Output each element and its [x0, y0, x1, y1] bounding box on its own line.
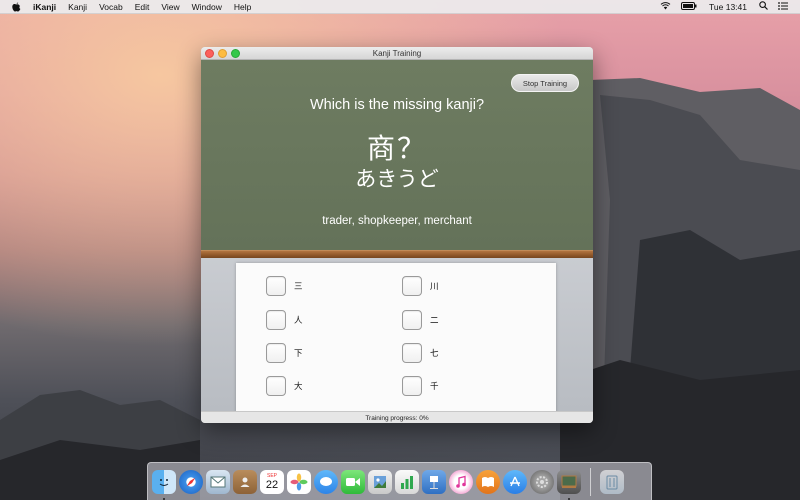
window-title: Kanji Training	[372, 48, 422, 58]
kanji-training-window: Kanji Training Stop Training Which is th…	[201, 47, 593, 423]
choice-left-1[interactable]: 三	[266, 276, 303, 296]
choice-checkbox[interactable]	[266, 343, 286, 363]
question-text: Which is the missing kanji?	[309, 97, 485, 113]
menu-app-ikanji[interactable]: iKanji	[33, 2, 56, 12]
trash-icon[interactable]	[600, 469, 624, 494]
kana-reading: あきうど	[355, 168, 439, 191]
choice-label: 下	[294, 348, 303, 358]
mail-icon[interactable]	[206, 469, 230, 494]
safari-icon[interactable]	[179, 469, 203, 494]
choice-label: 七	[430, 348, 439, 358]
menu-vocab[interactable]: Vocab	[99, 2, 123, 12]
photos-icon[interactable]	[287, 469, 311, 494]
choice-right-3[interactable]: 七	[402, 343, 439, 363]
preview-icon[interactable]	[368, 469, 392, 494]
menu-clock[interactable]: Tue 13:41	[709, 2, 747, 12]
ibooks-icon[interactable]	[476, 469, 500, 494]
choice-checkbox[interactable]	[266, 276, 286, 296]
numbers-icon[interactable]	[395, 469, 419, 494]
finder-icon[interactable]	[152, 469, 176, 500]
choice-left-3[interactable]: 下	[266, 343, 303, 363]
chalkboard: Stop Training Which is the missing kanji…	[201, 60, 593, 250]
kanji-prompt: 商？	[366, 133, 427, 164]
choices-card: 三 人 下 大 川 二 七 千	[236, 263, 556, 413]
contacts-icon[interactable]	[233, 469, 257, 494]
choice-checkbox[interactable]	[402, 276, 422, 296]
choice-left-4[interactable]: 大	[266, 376, 303, 396]
choice-right-4[interactable]: 千	[402, 376, 439, 396]
choice-label: 三	[294, 281, 303, 291]
menu-bar: iKanji Kanji Vocab Edit View Window Help…	[0, 0, 800, 14]
menu-help[interactable]: Help	[234, 2, 251, 12]
apple-icon[interactable]	[9, 2, 23, 12]
app-store-icon[interactable]	[503, 469, 527, 494]
choice-label: 千	[430, 381, 439, 391]
training-progress-status: Training progress: 0%	[201, 411, 593, 423]
keynote-icon[interactable]	[422, 469, 446, 494]
choice-label: 人	[294, 315, 303, 325]
choice-checkbox[interactable]	[402, 343, 422, 363]
menu-kanji[interactable]: Kanji	[68, 2, 87, 12]
stop-training-button[interactable]: Stop Training	[511, 74, 579, 92]
choice-checkbox[interactable]	[266, 376, 286, 396]
choice-checkbox[interactable]	[266, 310, 286, 330]
zoom-window-button[interactable]	[231, 49, 240, 58]
spotlight-search-icon[interactable]	[759, 1, 768, 12]
close-window-button[interactable]	[205, 49, 214, 58]
menu-view[interactable]: View	[161, 2, 179, 12]
dock-separator	[590, 467, 591, 496]
messages-icon[interactable]	[314, 469, 338, 494]
facetime-icon[interactable]	[341, 469, 365, 494]
choice-right-1[interactable]: 川	[402, 276, 439, 296]
wifi-icon[interactable]	[660, 1, 671, 12]
calendar-icon[interactable]: SEP 22	[260, 469, 284, 494]
choice-right-2[interactable]: 二	[402, 310, 439, 330]
window-titlebar[interactable]: Kanji Training	[201, 47, 593, 60]
choice-checkbox[interactable]	[402, 376, 422, 396]
battery-icon[interactable]	[681, 1, 697, 12]
choice-left-2[interactable]: 人	[266, 310, 303, 330]
itunes-icon[interactable]	[449, 469, 473, 494]
choice-label: 大	[294, 381, 303, 391]
system-preferences-icon[interactable]	[530, 469, 554, 494]
minimize-window-button[interactable]	[218, 49, 227, 58]
choice-label: 川	[430, 281, 439, 291]
dock: SEP 22	[147, 462, 652, 500]
answer-area: 三 人 下 大 川 二 七 千	[201, 258, 593, 413]
meaning-text: trader, shopkeeper, merchant	[322, 215, 472, 227]
choice-label: 二	[430, 315, 439, 325]
menu-edit[interactable]: Edit	[135, 2, 150, 12]
calendar-day: 22	[265, 478, 279, 491]
choice-checkbox[interactable]	[402, 310, 422, 330]
ikanji-icon[interactable]	[557, 469, 581, 500]
notification-center-icon[interactable]	[778, 1, 788, 12]
menu-window[interactable]: Window	[192, 2, 222, 12]
